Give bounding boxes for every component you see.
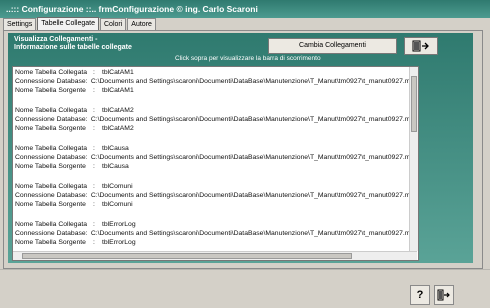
change-links-button[interactable]: Cambia Collegamenti: [268, 38, 397, 54]
exit-door-icon: [412, 40, 429, 52]
linked-table-name-value: tblErrorLog: [102, 221, 136, 228]
separator: :: [93, 201, 95, 208]
source-table-name-value: tblCausa: [102, 163, 129, 170]
database-connection-label: Connessione Database: [15, 78, 86, 85]
source-table-name-value: tblCatAM1: [102, 87, 134, 94]
horizontal-scroll-thumb[interactable]: [22, 253, 352, 259]
source-table-name-label: Nome Tabella Sorgente: [15, 87, 86, 94]
separator: :: [93, 125, 95, 132]
database-connection-value: C:\Documents and Settings\scaroni\Docume…: [90, 230, 418, 237]
separator: :: [93, 145, 95, 152]
tab-autore[interactable]: Autore: [127, 18, 156, 30]
source-table-name-value: tblErrorLog: [102, 239, 136, 246]
source-table-name-row: Nome Tabella Sorgente: tblCatAM1: [15, 86, 418, 95]
panel-subtitle: Informazione sulle tabelle collegate: [14, 44, 132, 51]
separator: :: [93, 239, 95, 246]
linked-table-name-row: Nome Tabella Collegata: tblErrorLog: [15, 220, 418, 229]
linked-table-name-label: Nome Tabella Collegata: [15, 69, 88, 76]
separator: :: [93, 163, 95, 170]
linked-table-name-row: Nome Tabella Collegata: tblCausa: [15, 144, 418, 153]
linked-table-name-value: tblCatAM1: [102, 69, 134, 76]
scroll-hint: Click sopra per visualizzare la barra di…: [175, 55, 321, 62]
vertical-scroll-thumb[interactable]: [411, 76, 417, 132]
source-table-name-row: Nome Tabella Sorgente: tblErrorLog: [15, 238, 418, 247]
database-connection-row: Connessione Database: C:\Documents and Se…: [15, 115, 418, 124]
linked-table-name-value: tblCausa: [102, 145, 129, 152]
database-connection-value: C:\Documents and Settings\scaroni\Docume…: [90, 116, 418, 123]
linked-table-name-value: tblComuni: [102, 183, 133, 190]
linked-table-name-label: Nome Tabella Collegata: [15, 183, 88, 190]
help-button[interactable]: ?: [410, 285, 430, 305]
separator: :: [93, 183, 95, 190]
source-table-name-label: Nome Tabella Sorgente: [15, 201, 86, 208]
close-form-button[interactable]: [434, 285, 454, 305]
source-table-name-value: tblCatAM2: [102, 125, 134, 132]
database-connection-row: Connessione Database: C:\Documents and Se…: [15, 229, 418, 238]
separator: :: [93, 221, 95, 228]
horizontal-scrollbar[interactable]: [13, 251, 417, 260]
source-table-name-value: tblComuni: [102, 201, 133, 208]
exit-button[interactable]: [404, 37, 438, 55]
linked-tables-list[interactable]: Nome Tabella Collegata: tblCatAM1 Connessi…: [12, 66, 419, 261]
tab-settings[interactable]: Settings: [3, 18, 37, 30]
separator: :: [93, 87, 95, 94]
linked-table-name-label: Nome Tabella Collegata: [15, 107, 88, 114]
database-connection-row: Connessione Database: C:\Documents and Se…: [15, 77, 418, 86]
window-title: ..::: Configurazione ::.. frmConfigurazi…: [6, 4, 258, 14]
linked-tables-panel: Visualizza Collegamenti - Informazione s…: [8, 33, 473, 263]
list-item: Nome Tabella Collegata: tblCatAM2 Connessi…: [15, 106, 418, 133]
linked-table-name-value: tblCatAM2: [102, 107, 134, 114]
help-icon: ?: [416, 289, 424, 301]
exit-door-icon: [437, 289, 450, 301]
separator: :: [93, 107, 95, 114]
vertical-scrollbar[interactable]: [409, 67, 418, 251]
source-table-name-row: Nome Tabella Sorgente: tblCatAM2: [15, 124, 418, 133]
source-table-name-row: Nome Tabella Sorgente: tblComuni: [15, 200, 418, 209]
linked-table-name-label: Nome Tabella Collegata: [15, 221, 88, 228]
database-connection-value: C:\Documents and Settings\scaroni\Docume…: [90, 154, 418, 161]
linked-table-name-label: Nome Tabella Collegata: [15, 145, 88, 152]
linked-table-name-row: Nome Tabella Collegata: tblCatAM1: [15, 68, 418, 77]
tab-colori[interactable]: Colori: [100, 18, 127, 30]
separator: :: [93, 69, 95, 76]
list-item: Nome Tabella Collegata: tblCausa Connessio…: [15, 144, 418, 171]
database-connection-label: Connessione Database: [15, 192, 86, 199]
source-table-name-label: Nome Tabella Sorgente: [15, 125, 86, 132]
window-titlebar: ..::: Configurazione ::.. frmConfigurazi…: [0, 0, 490, 18]
source-table-name-label: Nome Tabella Sorgente: [15, 239, 86, 246]
list-item: Nome Tabella Collegata: tblCatAM1 Connessi…: [15, 68, 418, 95]
list-item: Nome Tabella Collegata: tblErrorLog Connes…: [15, 220, 418, 247]
database-connection-label: Connessione Database: [15, 116, 86, 123]
database-connection-label: Connessione Database: [15, 230, 86, 237]
source-table-name-label: Nome Tabella Sorgente: [15, 163, 86, 170]
source-table-name-row: Nome Tabella Sorgente: tblCausa: [15, 162, 418, 171]
panel-title: Visualizza Collegamenti -: [14, 36, 98, 43]
database-connection-value: C:\Documents and Settings\scaroni\Docume…: [90, 192, 418, 199]
database-connection-row: Connessione Database: C:\Documents and Se…: [15, 191, 418, 200]
list-item: Nome Tabella Collegata: tblComuni Connessi…: [15, 182, 418, 209]
tab-page-frame: Visualizza Collegamenti - Informazione s…: [3, 30, 483, 269]
tab-tabelle-collegate[interactable]: Tabelle Collegate: [37, 17, 99, 30]
database-connection-label: Connessione Database: [15, 154, 86, 161]
database-connection-value: C:\Documents and Settings\scaroni\Docume…: [90, 78, 418, 85]
database-connection-row: Connessione Database: C:\Documents and Se…: [15, 153, 418, 162]
linked-table-name-row: Nome Tabella Collegata: tblCatAM2: [15, 106, 418, 115]
linked-table-name-row: Nome Tabella Collegata: tblComuni: [15, 182, 418, 191]
